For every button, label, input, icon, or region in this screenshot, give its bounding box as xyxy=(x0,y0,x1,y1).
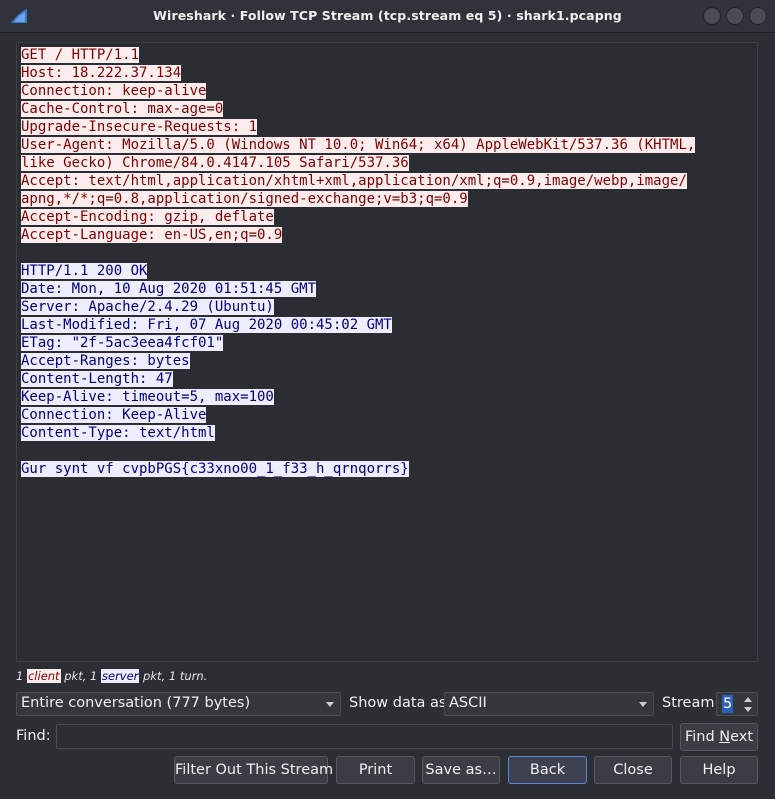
stream-line: apng,*/*;q=0.8,application/signed-exchan… xyxy=(21,190,695,208)
conversation-select[interactable]: Entire conversation (777 bytes) xyxy=(16,692,341,716)
help-button[interactable]: Help xyxy=(680,756,758,784)
print-button[interactable]: Print xyxy=(336,756,415,784)
server-line-text: Gur synt vf cvpbPGS{c33xno00_1_f33_h_qrn… xyxy=(21,461,409,477)
server-line-text: Accept-Ranges: bytes xyxy=(21,353,190,369)
client-line-text: apng,*/*;q=0.8,application/signed-exchan… xyxy=(21,191,468,207)
stream-line: Server: Apache/2.4.29 (Ubuntu) xyxy=(21,298,695,316)
client-line-text: Connection: keep-alive xyxy=(21,83,207,99)
client-line-text: Accept-Encoding: gzip, deflate xyxy=(21,209,274,225)
back-button[interactable]: Back xyxy=(508,756,587,784)
stream-line: Accept-Language: en-US,en;q=0.9 xyxy=(21,226,695,244)
find-next-mnemonic: N xyxy=(719,729,731,745)
server-line-text: Connection: Keep-Alive xyxy=(21,407,207,423)
stream-line: Accept-Ranges: bytes xyxy=(21,352,695,370)
stream-line xyxy=(21,244,695,262)
stream-line: Gur synt vf cvpbPGS{c33xno00_1_f33_h_qrn… xyxy=(21,460,695,478)
maximize-icon[interactable] xyxy=(726,7,744,25)
server-line-text: Content-Type: text/html xyxy=(21,425,215,441)
summary-prefix: 1 xyxy=(16,669,27,683)
client-line-text: Accept: text/html,application/xhtml+xml,… xyxy=(21,173,687,189)
summary-client-label: client xyxy=(26,669,61,683)
server-line-text: Date: Mon, 10 Aug 2020 01:51:45 GMT xyxy=(21,281,317,297)
stream-line: User-Agent: Mozilla/5.0 (Windows NT 10.0… xyxy=(21,136,696,154)
spin-up-icon[interactable] xyxy=(744,697,752,702)
stream-text-view[interactable]: GET / HTTP/1.1 Host: 18.222.37.134 Connect… xyxy=(16,42,758,662)
stream-line: Accept: text/html,application/xhtml+xml,… xyxy=(21,172,695,190)
client-line-text: Accept-Language: en-US,en;q=0.9 xyxy=(21,227,283,243)
show-data-as-select[interactable]: ASCII xyxy=(444,692,654,716)
stream-line: Host: 18.222.37.134 xyxy=(21,64,695,82)
stream-line: Content-Length: 47 xyxy=(21,370,695,388)
close-icon[interactable] xyxy=(749,7,767,25)
stream-label: Stream xyxy=(662,695,715,711)
stream-line: like Gecko) Chrome/84.0.4147.105 Safari/… xyxy=(21,154,695,172)
server-line-text: HTTP/1.1 200 OK xyxy=(21,263,148,279)
summary-middle: pkt, 1 xyxy=(60,669,101,683)
stream-line: ETag: "2f-5ac3eea4fcf01" xyxy=(21,334,695,352)
server-line-text: Last-Modified: Fri, 07 Aug 2020 00:45:02… xyxy=(21,317,392,333)
client-line-text: Cache-Control: max-age=0 xyxy=(21,101,224,117)
stream-text: GET / HTTP/1.1 Host: 18.222.37.134 Connect… xyxy=(21,46,696,478)
summary-server-label: server xyxy=(101,669,140,683)
stream-number-spinbox[interactable]: 5 xyxy=(716,692,758,716)
stream-summary: 1 client pkt, 1 server pkt, 1 turn. xyxy=(16,669,207,683)
find-label: Find: xyxy=(16,728,51,744)
client-line-text: User-Agent: Mozilla/5.0 (Windows NT 10.0… xyxy=(21,137,696,153)
filter-out-stream-button[interactable]: Filter Out This Stream xyxy=(174,756,333,784)
find-next-button[interactable]: Find Next xyxy=(680,723,758,751)
close-button[interactable]: Close xyxy=(594,756,672,784)
title-bar: Wireshark · Follow TCP Stream (tcp.strea… xyxy=(0,0,775,33)
find-next-suffix: ext xyxy=(730,729,754,745)
chevron-down-icon xyxy=(326,702,334,707)
stream-line: Cache-Control: max-age=0 xyxy=(21,100,695,118)
chevron-down-icon xyxy=(639,702,647,707)
stream-line: Keep-Alive: timeout=5, max=100 xyxy=(21,388,695,406)
stream-line: HTTP/1.1 200 OK xyxy=(21,262,695,280)
spin-down-icon[interactable] xyxy=(744,707,752,712)
stream-line: Accept-Encoding: gzip, deflate xyxy=(21,208,695,226)
stream-line: Upgrade-Insecure-Requests: 1 xyxy=(21,118,695,136)
server-line-text: ETag: "2f-5ac3eea4fcf01" xyxy=(21,335,224,351)
stream-line: GET / HTTP/1.1 xyxy=(21,46,695,64)
server-line-text: Server: Apache/2.4.29 (Ubuntu) xyxy=(21,299,274,315)
stream-line: Content-Type: text/html xyxy=(21,424,695,442)
stream-line: Date: Mon, 10 Aug 2020 01:51:45 GMT xyxy=(21,280,695,298)
client-line-text: GET / HTTP/1.1 xyxy=(21,47,140,63)
summary-suffix: pkt, 1 turn. xyxy=(139,669,208,683)
client-line-text: Host: 18.222.37.134 xyxy=(21,65,182,81)
stream-number-value: 5 xyxy=(722,695,734,713)
stream-line xyxy=(21,442,695,460)
find-next-prefix: Find xyxy=(684,729,720,745)
minimize-icon[interactable] xyxy=(703,7,721,25)
stream-line: Connection: keep-alive xyxy=(21,82,695,100)
save-as-button[interactable]: Save as… xyxy=(422,756,500,784)
conversation-select-value: Entire conversation (777 bytes) xyxy=(21,695,251,711)
client-line-text: Upgrade-Insecure-Requests: 1 xyxy=(21,119,258,135)
show-data-as-value: ASCII xyxy=(449,695,487,711)
window-title: Wireshark · Follow TCP Stream (tcp.strea… xyxy=(153,8,622,23)
server-line-text: Content-Length: 47 xyxy=(21,371,173,387)
show-data-as-label: Show data as xyxy=(349,695,447,711)
stream-line: Connection: Keep-Alive xyxy=(21,406,695,424)
client-line-text: like Gecko) Chrome/84.0.4147.105 Safari/… xyxy=(21,155,409,171)
server-line-text: Keep-Alive: timeout=5, max=100 xyxy=(21,389,274,405)
stream-line: Last-Modified: Fri, 07 Aug 2020 00:45:02… xyxy=(21,316,695,334)
find-input[interactable] xyxy=(56,724,673,749)
